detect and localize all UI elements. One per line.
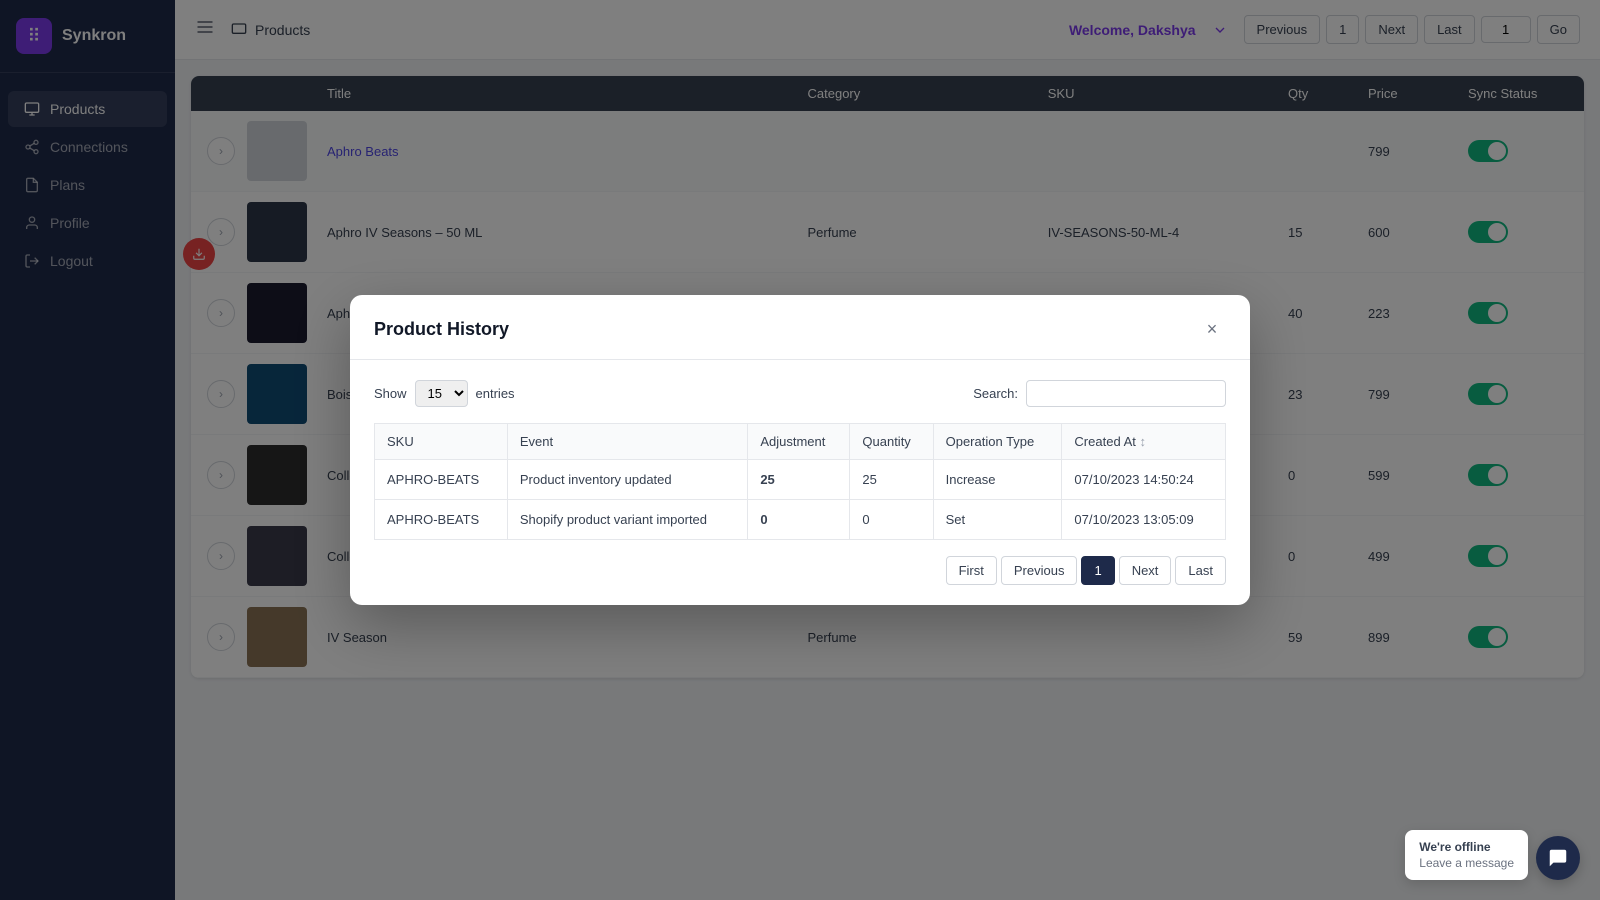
search-label: Search: <box>973 386 1018 401</box>
modal-overlay[interactable]: Product History × Show 15 25 50 entries … <box>0 0 1600 900</box>
modal-pagination: First Previous 1 Next Last <box>374 556 1226 585</box>
modal-controls: Show 15 25 50 entries Search: <box>374 380 1226 407</box>
modal-next-button[interactable]: Next <box>1119 556 1172 585</box>
history-adjustment: 25 <box>748 460 850 500</box>
modal-page-1-button[interactable]: 1 <box>1081 556 1114 585</box>
chat-widget: We're offline Leave a message <box>1405 830 1580 880</box>
col-event-header: Event <box>507 424 747 460</box>
chat-bubble-subtitle: Leave a message <box>1419 856 1514 870</box>
search-input[interactable] <box>1026 380 1226 407</box>
modal-first-button[interactable]: First <box>946 556 997 585</box>
history-row: APHRO-BEATS Product inventory updated 25… <box>375 460 1226 500</box>
col-quantity-header: Quantity <box>850 424 933 460</box>
chat-bubble-title: We're offline <box>1419 840 1514 854</box>
col-operation-header: Operation Type <box>933 424 1062 460</box>
history-quantity: 25 <box>850 460 933 500</box>
history-row: APHRO-BEATS Shopify product variant impo… <box>375 500 1226 540</box>
col-created-header: Created At ↕ <box>1062 424 1226 460</box>
entries-label: Show <box>374 386 407 401</box>
modal-previous-button[interactable]: Previous <box>1001 556 1078 585</box>
entries-select[interactable]: 15 25 50 <box>415 380 468 407</box>
modal-header: Product History × <box>350 295 1250 360</box>
modal-last-button[interactable]: Last <box>1175 556 1226 585</box>
chat-icon-button[interactable] <box>1536 836 1580 880</box>
search-control: Search: <box>973 380 1226 407</box>
history-created: 07/10/2023 14:50:24 <box>1062 460 1226 500</box>
col-adjustment-header: Adjustment <box>748 424 850 460</box>
history-adjustment: 0 <box>748 500 850 540</box>
entries-control: Show 15 25 50 entries <box>374 380 515 407</box>
history-event: Product inventory updated <box>507 460 747 500</box>
history-event: Shopify product variant imported <box>507 500 747 540</box>
entries-suffix: entries <box>476 386 515 401</box>
history-sku: APHRO-BEATS <box>375 500 508 540</box>
history-operation: Set <box>933 500 1062 540</box>
chat-bubble: We're offline Leave a message <box>1405 830 1528 880</box>
modal-title: Product History <box>374 319 509 340</box>
modal-body: Show 15 25 50 entries Search: SKU <box>350 360 1250 605</box>
history-created: 07/10/2023 13:05:09 <box>1062 500 1226 540</box>
history-operation: Increase <box>933 460 1062 500</box>
chat-icon <box>1547 847 1569 869</box>
history-sku: APHRO-BEATS <box>375 460 508 500</box>
col-sku-header: SKU <box>375 424 508 460</box>
history-table: SKU Event Adjustment Quantity Operation … <box>374 423 1226 540</box>
modal-close-button[interactable]: × <box>1198 315 1226 343</box>
product-history-modal: Product History × Show 15 25 50 entries … <box>350 295 1250 605</box>
history-quantity: 0 <box>850 500 933 540</box>
